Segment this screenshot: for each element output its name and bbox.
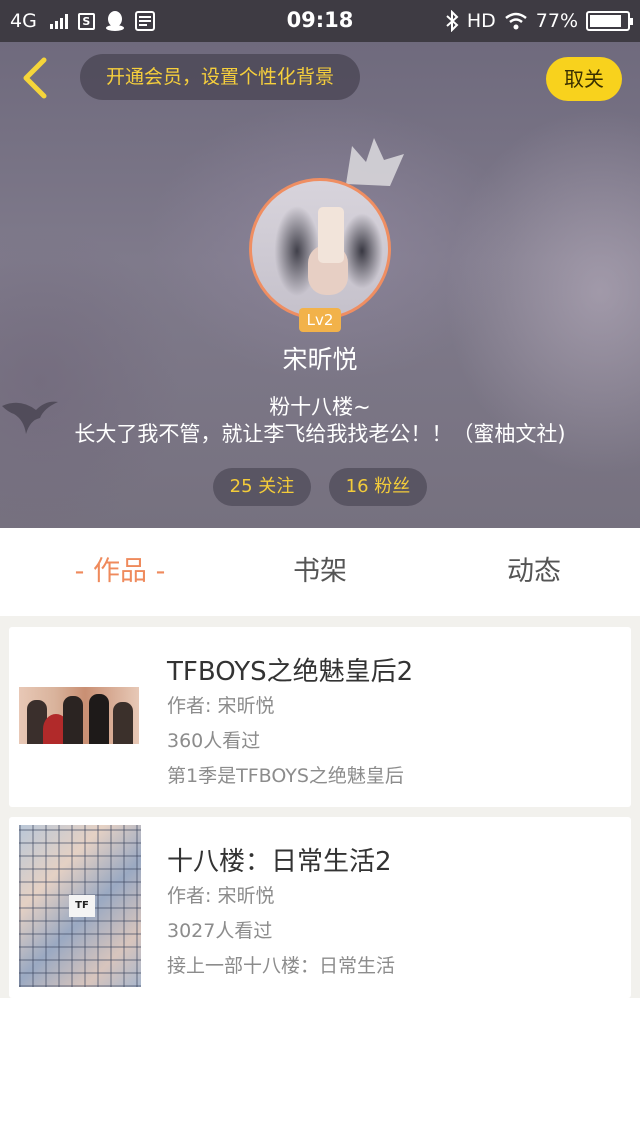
following-count[interactable]: 25 关注 bbox=[213, 468, 311, 506]
tab-bookshelf[interactable]: 书架 bbox=[240, 554, 400, 590]
book-views: 3027人看过 bbox=[167, 920, 273, 942]
vip-background-prompt[interactable]: 开通会员，设置个性化背景 bbox=[80, 54, 360, 100]
status-bar: 4G S 09:18 HD 77% bbox=[0, 0, 640, 42]
level-badge: Lv2 bbox=[299, 308, 341, 332]
bio: 粉十八楼~ 长大了我不管，就让李飞给我找老公！！（蜜柚文社) bbox=[0, 394, 640, 448]
book-title: TFBOYS之绝魅皇后2 bbox=[167, 657, 414, 687]
avatar[interactable] bbox=[249, 178, 391, 320]
status-right: HD 77% bbox=[445, 9, 633, 33]
book-title: 十八楼：日常生活2 bbox=[167, 847, 392, 877]
tab-works[interactable]: - 作品 - bbox=[40, 554, 200, 590]
battery-icon bbox=[586, 11, 633, 31]
back-icon[interactable] bbox=[12, 54, 60, 102]
book-views: 360人看过 bbox=[167, 730, 261, 752]
bluetooth-icon bbox=[446, 10, 459, 32]
cover-logo: TF bbox=[69, 895, 95, 917]
bio-line-1: 粉十八楼~ bbox=[269, 395, 371, 419]
username: 宋昕悦 bbox=[282, 345, 358, 374]
profile-header: 开通会员，设置个性化背景 取关 Lv2 宋昕悦 粉十八楼~ 长大了我不管，就让李… bbox=[0, 42, 640, 528]
book-description: 第1季是TFBOYS之绝魅皇后 bbox=[167, 765, 404, 787]
profile-tabs: - 作品 - 书架 动态 bbox=[0, 528, 640, 616]
book-author: 作者: 宋昕悦 bbox=[167, 885, 275, 907]
list-item[interactable]: TFBOYS之绝魅皇后2 作者: 宋昕悦 360人看过 第1季是TFBOYS之绝… bbox=[9, 627, 631, 807]
list-item[interactable]: TF 十八楼：日常生活2 作者: 宋昕悦 3027人看过 接上一部十八楼：日常生… bbox=[9, 817, 631, 998]
bio-line-2: 长大了我不管，就让李飞给我找老公！！（蜜柚文社) bbox=[74, 422, 566, 446]
works-list: TFBOYS之绝魅皇后2 作者: 宋昕悦 360人看过 第1季是TFBOYS之绝… bbox=[0, 616, 640, 998]
hd-label: HD bbox=[466, 10, 496, 32]
book-author: 作者: 宋昕悦 bbox=[167, 695, 275, 717]
fans-count[interactable]: 16 粉丝 bbox=[329, 468, 427, 506]
book-cover: TF bbox=[19, 825, 141, 987]
battery-percent: 77% bbox=[535, 10, 578, 32]
book-description: 接上一部十八楼：日常生活 bbox=[167, 955, 396, 977]
unfollow-button[interactable]: 取关 bbox=[546, 57, 622, 101]
book-cover bbox=[19, 687, 139, 744]
tab-activity[interactable]: 动态 bbox=[454, 554, 614, 590]
wifi-icon bbox=[504, 12, 527, 30]
